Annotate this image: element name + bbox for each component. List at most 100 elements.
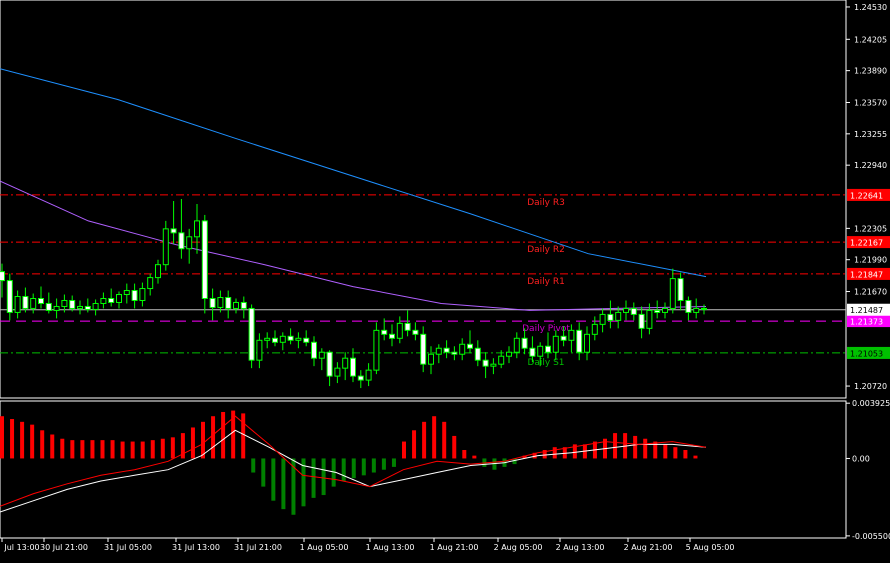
- candle-body: [240, 301, 247, 309]
- candle: [162, 220, 169, 271]
- time-tick-label: 2 Aug 13:00: [556, 543, 605, 552]
- histogram-bar: [150, 440, 155, 459]
- candle-body: [38, 298, 44, 304]
- histogram-bar: [241, 413, 246, 459]
- candle-body: [272, 337, 278, 343]
- histogram-bar: [0, 416, 4, 459]
- candle-body: [217, 297, 224, 308]
- candle-body: [334, 367, 341, 377]
- histogram-bar: [663, 444, 668, 459]
- candle-body: [513, 337, 520, 353]
- candle-body: [287, 335, 294, 341]
- time-tick-label: 2 Aug 05:00: [494, 543, 543, 552]
- candle-body: [396, 322, 403, 339]
- histogram-bar: [402, 441, 406, 459]
- candle: [373, 322, 380, 375]
- histogram-bar: [391, 458, 396, 467]
- candle-body: [506, 351, 512, 357]
- candle-body: [381, 329, 388, 335]
- histogram-bar: [100, 440, 105, 459]
- histogram-bar: [80, 440, 85, 459]
- candle-body: [139, 288, 146, 301]
- histogram-bar: [281, 458, 286, 510]
- candle-body: [225, 297, 232, 309]
- candle-body: [654, 309, 661, 313]
- candle-body: [77, 305, 83, 309]
- candle-body: [53, 305, 60, 311]
- osc-tick-label: 0.003925: [852, 399, 890, 408]
- level-price-tag-label: 1.21053: [850, 349, 883, 358]
- price-tick-label: 1.24205: [854, 35, 887, 44]
- candle-body: [646, 309, 653, 329]
- candle-body: [490, 363, 497, 367]
- price-tick-label: 1.21990: [854, 256, 887, 265]
- candle: [201, 214, 208, 314]
- candle-body: [14, 296, 21, 313]
- price-tick-label: 1.22305: [854, 224, 887, 233]
- candle-body: [584, 333, 590, 353]
- time-tick-label: 5 Aug 05:00: [686, 543, 735, 552]
- forex-chart[interactable]: Daily R3 1.22641 Daily R2 1.22167 Daily R1 1.…: [0, 0, 890, 559]
- histogram-bar: [643, 438, 648, 459]
- candle-body: [61, 299, 68, 307]
- candle-body: [116, 294, 122, 303]
- candle-body: [201, 220, 208, 299]
- histogram-bar: [221, 411, 226, 459]
- level-price-tag-label: 1.22167: [850, 239, 883, 248]
- candle-body: [69, 299, 76, 309]
- candle-body: [420, 333, 427, 365]
- histogram-bar: [472, 455, 477, 459]
- candle-body: [693, 307, 700, 313]
- candle-body: [209, 298, 216, 308]
- candle-body: [498, 355, 505, 365]
- level-label: Daily R2: [527, 245, 565, 255]
- candle-body: [108, 298, 115, 303]
- level-price-tag-label: 1.22641: [850, 191, 883, 200]
- candle-body: [123, 290, 130, 296]
- histogram-bar: [170, 437, 175, 459]
- histogram-bar: [311, 458, 316, 498]
- candle-body: [147, 277, 154, 290]
- candle-body: [638, 313, 645, 329]
- histogram-bar: [613, 433, 618, 459]
- histogram-bar: [110, 440, 115, 459]
- candle-body: [599, 313, 606, 325]
- histogram-bar: [251, 458, 256, 473]
- candle-body: [443, 347, 450, 353]
- candle-body: [451, 351, 458, 355]
- price-tick-label: 1.23255: [854, 130, 887, 139]
- candle-body: [529, 347, 536, 357]
- histogram-bar: [361, 458, 366, 476]
- candle-body: [256, 339, 263, 361]
- candle-body: [701, 307, 707, 310]
- candle-body: [623, 307, 629, 313]
- candle-body: [186, 236, 193, 250]
- candle-body: [357, 375, 364, 381]
- time-tick-label: Jul 13:00: [3, 543, 39, 552]
- candle-body: [560, 335, 567, 341]
- chart-window[interactable]: Daily R3 1.22641 Daily R2 1.22167 Daily R1 1.…: [0, 0, 890, 559]
- histogram-bar: [50, 434, 55, 459]
- price-tick-label: 1.23890: [854, 67, 887, 76]
- histogram-bar: [10, 419, 15, 459]
- histogram-bar: [271, 458, 276, 501]
- time-tick-label: 31 Jul 05:00: [104, 543, 152, 552]
- candle-body: [155, 264, 161, 279]
- candle-body: [92, 302, 99, 310]
- candle-body: [467, 343, 473, 349]
- candle-body: [295, 337, 302, 341]
- candle-body: [311, 341, 317, 359]
- histogram-bar: [462, 449, 467, 459]
- histogram-bar: [452, 435, 457, 459]
- histogram-bar: [20, 421, 25, 459]
- histogram-bar: [261, 458, 266, 487]
- time-tick-label: 31 Jul 21:00: [234, 543, 282, 552]
- histogram-bar: [673, 447, 678, 459]
- histogram-bar: [70, 440, 75, 459]
- histogram-bar: [442, 421, 447, 459]
- histogram-bar: [552, 447, 557, 459]
- histogram-bar: [190, 427, 195, 459]
- candle: [248, 304, 255, 369]
- histogram-bar: [371, 458, 376, 473]
- time-tick-label: 1 Aug 21:00: [430, 543, 479, 552]
